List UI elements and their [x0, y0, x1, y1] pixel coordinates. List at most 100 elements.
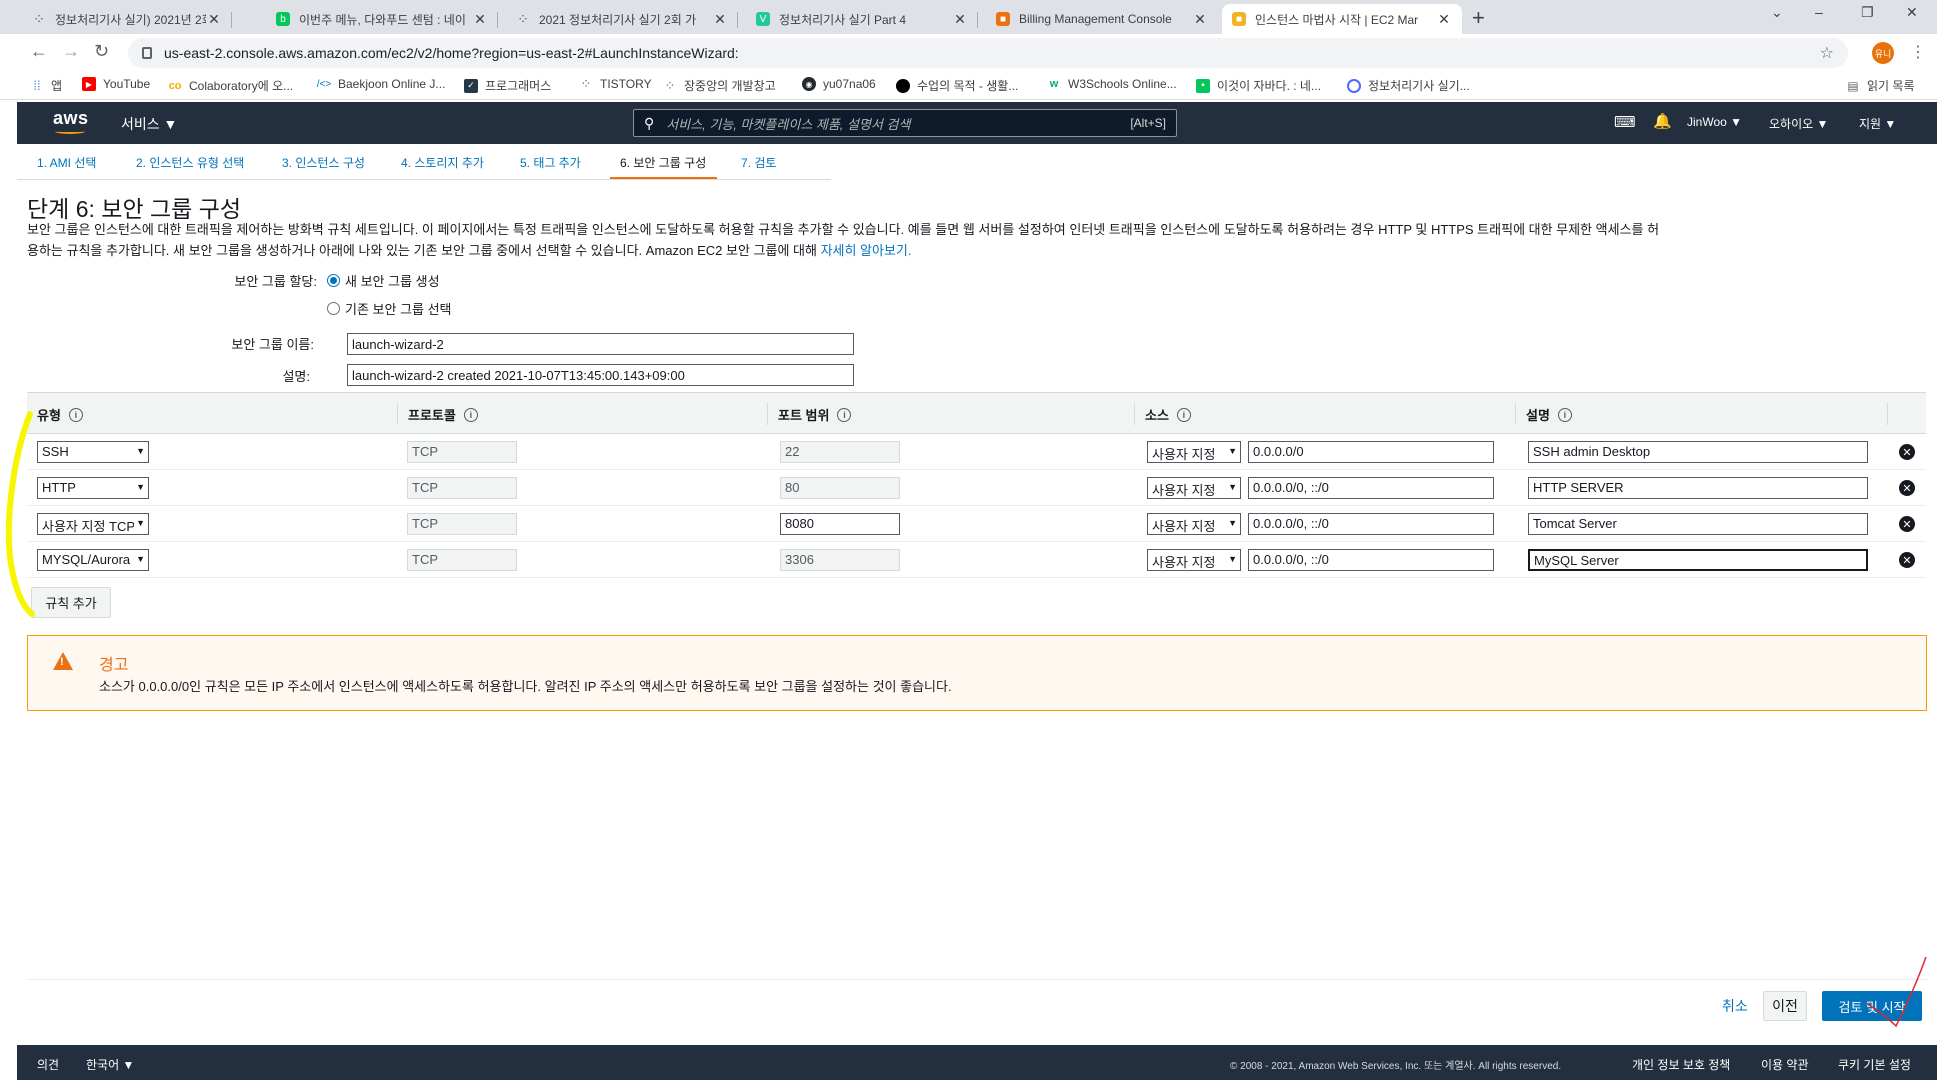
privacy-policy-link[interactable]: 개인 정보 보호 정책 [1632, 1056, 1730, 1073]
feedback-link[interactable]: 의견 [37, 1056, 59, 1073]
browser-menu-icon[interactable]: ⋮ [1910, 42, 1926, 62]
browser-tab[interactable]: V 정보처리기사 실기 Part 4 ✕ [746, 4, 978, 34]
window-close-icon[interactable]: ✕ [1906, 4, 1918, 21]
address-bar[interactable]: us-east-2.console.aws.amazon.com/ec2/v2/… [128, 38, 1848, 68]
bookmark-apps[interactable]: ⁞⁞ 앱 [30, 77, 62, 94]
step-instance-type[interactable]: 2. 인스턴스 유형 선택 [136, 154, 244, 171]
aws-search-input[interactable]: ⚲ 서비스, 기능, 마켓플레이스 제품, 설명서 검색 [Alt+S] [633, 109, 1177, 137]
step-configure-instance[interactable]: 3. 인스턴스 구성 [282, 154, 365, 171]
minimize-icon[interactable]: – [1815, 4, 1823, 20]
step-choose-ami[interactable]: 1. AMI 선택 [37, 154, 96, 171]
source-input[interactable]: 0.0.0.0/0, ::/0 [1248, 513, 1494, 535]
bookmark-youtube[interactable]: ▶ YouTube [82, 77, 150, 91]
learn-more-link[interactable]: 자세히 알아보기. [821, 243, 912, 258]
delete-rule-icon[interactable]: ✕ [1899, 552, 1915, 568]
description-input[interactable]: HTTP SERVER [1528, 477, 1868, 499]
source-mode-select[interactable]: 사용자 지정 ▼ [1147, 513, 1241, 535]
tab-close-icon[interactable]: ✕ [206, 11, 222, 28]
description-input[interactable]: Tomcat Server [1528, 513, 1868, 535]
radio-new-group[interactable]: 새 보안 그룹 생성 [327, 271, 440, 290]
bookmark-github[interactable]: ◉ yu07na06 [802, 77, 876, 91]
column-header-type[interactable]: 유형 i [37, 405, 83, 424]
review-and-launch-button[interactable]: 검토 및 시작 [1822, 991, 1922, 1021]
tab-close-icon[interactable]: ✕ [1192, 11, 1208, 28]
table-row: SSH ▼ TCP 22 사용자 지정 ▼ 0.0.0.0/0 SSH admin … [27, 434, 1926, 470]
source-input[interactable]: 0.0.0.0/0, ::/0 [1248, 549, 1494, 571]
bookmark-colab[interactable]: co Colaboratory에 오... [168, 77, 294, 94]
info-icon[interactable]: i [837, 407, 852, 422]
bookmark-engineer[interactable]: 정보처리기사 실기... [1347, 77, 1470, 94]
tab-close-icon[interactable]: ✕ [712, 11, 728, 28]
reading-list[interactable]: ▤ 읽기 목록 [1846, 77, 1914, 94]
browser-tab[interactable]: ⁘ 정보처리기사 실기) 2021년 2회 ✕ [22, 4, 232, 34]
radio-existing-group[interactable]: 기존 보안 그룹 선택 [327, 299, 452, 318]
support-menu[interactable]: 지원 ▼ [1859, 115, 1896, 132]
description-input-focused[interactable]: MySQL Server [1528, 549, 1868, 571]
browser-tab-active[interactable]: ■ 인스턴스 마법사 시작 | EC2 Mar ✕ [1222, 4, 1462, 34]
terms-link[interactable]: 이용 약관 [1761, 1056, 1809, 1073]
port-range-input[interactable]: 8080 [780, 513, 900, 535]
source-input[interactable]: 0.0.0.0/0 [1248, 441, 1494, 463]
step-add-storage[interactable]: 4. 스토리지 추가 [401, 154, 484, 171]
radio-button-checked[interactable] [327, 274, 340, 287]
cookie-preferences-link[interactable]: 쿠키 기본 설정 [1838, 1056, 1911, 1073]
type-select[interactable]: HTTP ▼ [37, 477, 149, 499]
type-select[interactable]: MYSQL/Aurora ▼ [37, 549, 149, 571]
back-icon[interactable]: ← [30, 41, 48, 62]
step-add-tags[interactable]: 5. 태그 추가 [520, 154, 581, 171]
step-security-group[interactable]: 6. 보안 그룹 구성 [620, 154, 706, 171]
tab-search-icon[interactable]: ⌄ [1771, 4, 1783, 21]
aws-logo[interactable]: aws [53, 108, 89, 129]
region-menu[interactable]: 오하이오 ▼ [1769, 115, 1828, 132]
reload-icon[interactable]: ↻ [94, 41, 109, 62]
maximize-icon[interactable]: ❐ [1861, 4, 1874, 21]
bookmark-class[interactable]: 수업의 목적 - 생활... [896, 77, 1018, 94]
browser-tab[interactable]: ■ Billing Management Console ✕ [986, 4, 1218, 34]
bookmark-tistory[interactable]: ⁘ TISTORY [579, 76, 652, 91]
browser-tab[interactable]: b 이번주 메뉴, 다와푸드 센텀 : 네이 ✕ [266, 4, 498, 34]
bookmark-star-icon[interactable]: ☆ [1820, 43, 1834, 63]
column-header-source[interactable]: 소스 i [1145, 405, 1191, 424]
bookmark-programmers[interactable]: ✓ 프로그래머스 [464, 77, 551, 94]
column-header-port-range[interactable]: 포트 범위 i [778, 405, 852, 424]
add-rule-button[interactable]: 규칙 추가 [31, 587, 111, 618]
delete-rule-icon[interactable]: ✕ [1899, 480, 1915, 496]
source-mode-select[interactable]: 사용자 지정 ▼ [1147, 477, 1241, 499]
account-menu[interactable]: JinWoo ▼ [1687, 115, 1742, 129]
profile-avatar[interactable]: 유니 [1872, 42, 1894, 64]
language-select[interactable]: 한국어 ▼ [86, 1056, 134, 1073]
bookmark-devstorage[interactable]: ⁘ 장중앙의 개발창고 [663, 77, 776, 94]
column-header-description[interactable]: 설명 i [1526, 405, 1572, 424]
source-input[interactable]: 0.0.0.0/0, ::/0 [1248, 477, 1494, 499]
source-mode-select[interactable]: 사용자 지정 ▼ [1147, 441, 1241, 463]
delete-rule-icon[interactable]: ✕ [1899, 444, 1915, 460]
browser-tab[interactable]: ⁘ 2021 정보처리기사 실기 2회 가 ✕ [506, 4, 738, 34]
notification-bell-icon[interactable]: 🔔 [1653, 112, 1672, 130]
cancel-link[interactable]: 취소 [1722, 996, 1748, 1016]
group-name-input[interactable] [347, 333, 854, 355]
type-select[interactable]: 사용자 지정 TCP ▼ [37, 513, 149, 535]
cloudshell-icon[interactable]: ⌨ [1614, 113, 1636, 131]
info-icon[interactable]: i [1176, 407, 1191, 422]
info-icon[interactable]: i [463, 407, 478, 422]
radio-button[interactable] [327, 302, 340, 315]
services-menu[interactable]: 서비스 ▼ [121, 114, 177, 134]
info-icon[interactable]: i [68, 407, 83, 422]
source-mode-select[interactable]: 사용자 지정 ▼ [1147, 549, 1241, 571]
group-description-input[interactable] [347, 364, 854, 386]
tab-close-icon[interactable]: ✕ [472, 11, 488, 28]
delete-rule-icon[interactable]: ✕ [1899, 516, 1915, 532]
previous-button[interactable]: 이전 [1763, 991, 1807, 1021]
type-select[interactable]: SSH ▼ [37, 441, 149, 463]
forward-icon[interactable]: → [62, 41, 80, 62]
description-input[interactable]: SSH admin Desktop [1528, 441, 1868, 463]
bookmark-baekjoon[interactable]: /<> Baekjoon Online J... [317, 77, 446, 91]
info-icon[interactable]: i [1557, 407, 1572, 422]
step-review[interactable]: 7. 검토 [741, 154, 776, 171]
column-header-protocol[interactable]: 프로토콜 i [408, 405, 478, 424]
tab-close-icon[interactable]: ✕ [1436, 11, 1452, 28]
bookmark-java[interactable]: ▪ 이것이 자바다. : 네... [1196, 77, 1321, 94]
bookmark-w3schools[interactable]: w W3Schools Online... [1047, 77, 1177, 91]
tab-close-icon[interactable]: ✕ [952, 11, 968, 28]
new-tab-icon[interactable]: + [1472, 5, 1485, 31]
